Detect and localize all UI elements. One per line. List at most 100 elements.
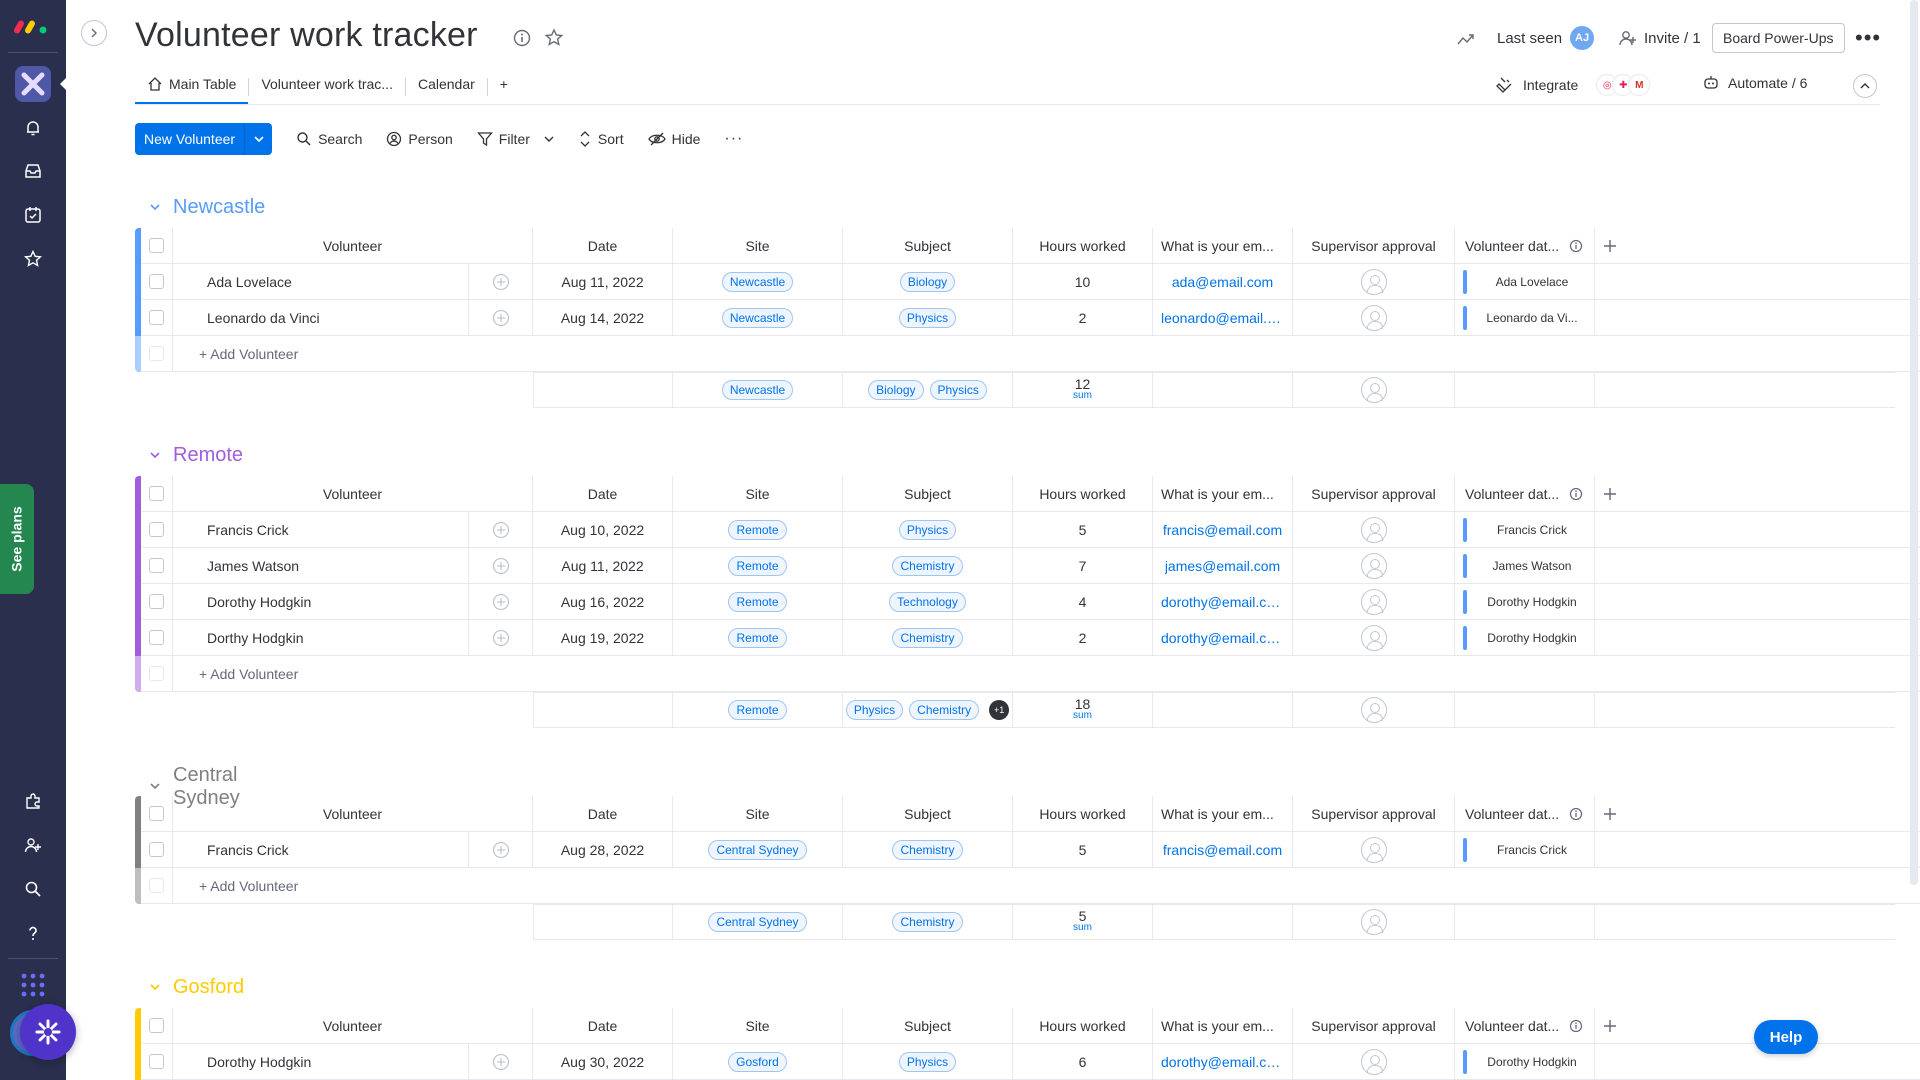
column-header[interactable]: Volunteer — [173, 228, 533, 264]
checkbox[interactable] — [149, 522, 164, 537]
checkbox[interactable] — [149, 274, 164, 289]
board-title[interactable]: Volunteer work tracker — [135, 16, 478, 55]
email-cell[interactable]: francis@email.com — [1153, 832, 1293, 868]
column-header[interactable]: Volunteer — [173, 796, 533, 832]
hours-cell[interactable]: 7 — [1013, 548, 1153, 584]
column-header[interactable]: Hours worked — [1013, 1008, 1153, 1044]
see-plans-button[interactable]: See plans — [0, 484, 34, 594]
bell-icon[interactable] — [20, 115, 46, 141]
column-header[interactable]: Hours worked — [1013, 476, 1153, 512]
group-title[interactable]: Gosford — [149, 976, 244, 999]
date-cell[interactable]: Aug 11, 2022 — [533, 548, 673, 584]
search-icon[interactable] — [20, 876, 46, 902]
volunteer-name[interactable]: Francis Crick — [173, 512, 469, 548]
chevron-down-icon[interactable] — [149, 200, 161, 216]
table-row[interactable]: Francis Crick Aug 28, 2022 Central Sydney C… — [135, 832, 1920, 868]
row-checkbox[interactable] — [141, 548, 173, 584]
add-update-icon[interactable] — [469, 620, 533, 656]
column-header[interactable]: Site — [673, 228, 843, 264]
subject-cell[interactable]: Physics — [843, 1044, 1013, 1080]
new-item-dropdown[interactable] — [244, 123, 272, 155]
volunteer-data-cell[interactable]: Leonardo da Vi... — [1455, 300, 1595, 336]
apps-puzzle-icon[interactable] — [20, 788, 46, 814]
column-header[interactable]: Subject — [843, 476, 1013, 512]
email-cell[interactable]: dorothy@email.co... — [1153, 620, 1293, 656]
email-link[interactable]: dorothy@email.co... — [1161, 594, 1284, 610]
table-row[interactable]: Ada Lovelace Aug 11, 2022 Newcastle Biology… — [135, 264, 1920, 300]
table-row[interactable]: Leonardo da Vinci Aug 14, 2022 Newcastle Ph… — [135, 300, 1920, 336]
column-header[interactable]: Site — [673, 1008, 843, 1044]
select-all-checkbox[interactable] — [141, 796, 173, 832]
supervisor-cell[interactable] — [1293, 620, 1455, 656]
email-cell[interactable]: james@email.com — [1153, 548, 1293, 584]
hours-cell[interactable]: 6 — [1013, 1044, 1153, 1080]
table-row[interactable]: Dorothy Hodgkin Aug 16, 2022 Remote Technol… — [135, 584, 1920, 620]
select-all-checkbox[interactable] — [141, 476, 173, 512]
row-checkbox[interactable] — [141, 264, 173, 300]
column-header[interactable]: What is your em... — [1153, 1008, 1293, 1044]
volunteer-data-cell[interactable]: Ada Lovelace — [1455, 264, 1595, 300]
favorites-star-icon[interactable] — [20, 246, 46, 272]
add-volunteer-input[interactable]: + Add Volunteer — [173, 868, 1920, 904]
email-link[interactable]: leonardo@email.c... — [1161, 310, 1284, 326]
chevron-down-icon[interactable] — [149, 779, 161, 795]
volunteer-data-cell[interactable]: Francis Crick — [1455, 512, 1595, 548]
subject-cell[interactable]: Physics — [843, 300, 1013, 336]
site-cell[interactable]: Newcastle — [673, 300, 843, 336]
invite-members-icon[interactable] — [20, 832, 46, 858]
column-header[interactable]: What is your em... — [1153, 228, 1293, 264]
chevron-down-icon[interactable] — [149, 980, 161, 996]
date-cell[interactable]: Aug 14, 2022 — [533, 300, 673, 336]
date-cell[interactable]: Aug 30, 2022 — [533, 1044, 673, 1080]
add-volunteer-row[interactable]: + Add Volunteer — [135, 868, 1920, 904]
subject-cell[interactable]: Physics — [843, 512, 1013, 548]
column-header[interactable]: Supervisor approval — [1293, 476, 1455, 512]
info-icon[interactable] — [1569, 239, 1583, 258]
email-link[interactable]: dorothy@email.co... — [1161, 1054, 1284, 1070]
add-update-icon[interactable] — [469, 264, 533, 300]
chevron-down-icon[interactable] — [544, 134, 554, 144]
email-cell[interactable]: ada@email.com — [1153, 264, 1293, 300]
volunteer-name[interactable]: Dorothy Hodgkin — [173, 584, 469, 620]
tab-main-table[interactable]: Main Table — [135, 70, 249, 104]
column-header[interactable]: What is your em... — [1153, 796, 1293, 832]
supervisor-cell[interactable] — [1293, 584, 1455, 620]
hours-cell[interactable]: 4 — [1013, 584, 1153, 620]
expand-sidebar-button[interactable] — [81, 20, 107, 46]
info-icon[interactable] — [1569, 807, 1583, 826]
supervisor-cell[interactable] — [1293, 1044, 1455, 1080]
volunteer-data-cell[interactable]: Dorothy Hodgkin — [1455, 584, 1595, 620]
ai-assistant-icon[interactable] — [20, 1004, 76, 1060]
row-checkbox[interactable] — [141, 620, 173, 656]
email-cell[interactable]: dorothy@email.co... — [1153, 584, 1293, 620]
row-checkbox[interactable] — [141, 300, 173, 336]
email-link[interactable]: francis@email.com — [1163, 522, 1282, 538]
workspace-icon[interactable] — [15, 66, 51, 102]
supervisor-cell[interactable] — [1293, 512, 1455, 548]
volunteer-name[interactable]: Dorothy Hodgkin — [173, 1044, 469, 1080]
row-checkbox[interactable] — [141, 832, 173, 868]
search-button[interactable]: Search — [296, 131, 362, 147]
table-row[interactable]: James Watson Aug 11, 2022 Remote Chemistry 7… — [135, 548, 1920, 584]
date-cell[interactable]: Aug 28, 2022 — [533, 832, 673, 868]
add-update-icon[interactable] — [469, 512, 533, 548]
column-header[interactable]: Hours worked — [1013, 796, 1153, 832]
hours-cell[interactable]: 2 — [1013, 300, 1153, 336]
toolbar-more-icon[interactable]: ··· — [724, 130, 743, 148]
column-header[interactable]: Date — [533, 1008, 673, 1044]
checkbox[interactable] — [149, 558, 164, 573]
checkbox[interactable] — [149, 310, 164, 325]
add-update-icon[interactable] — [469, 300, 533, 336]
column-header[interactable]: Subject — [843, 796, 1013, 832]
email-link[interactable]: ada@email.com — [1172, 274, 1273, 290]
checkbox[interactable] — [149, 1054, 164, 1069]
integrate-button[interactable]: Integrate ◎ ✚ M — [1495, 74, 1651, 96]
column-header[interactable]: What is your em... — [1153, 476, 1293, 512]
email-link[interactable]: james@email.com — [1165, 558, 1280, 574]
subject-cell[interactable]: Chemistry — [843, 832, 1013, 868]
board-powerups-button[interactable]: Board Power-Ups — [1712, 22, 1845, 54]
info-icon[interactable] — [1569, 487, 1583, 506]
add-view-button[interactable]: + — [488, 70, 520, 104]
hide-button[interactable]: Hide — [647, 131, 700, 147]
site-cell[interactable]: Newcastle — [673, 264, 843, 300]
